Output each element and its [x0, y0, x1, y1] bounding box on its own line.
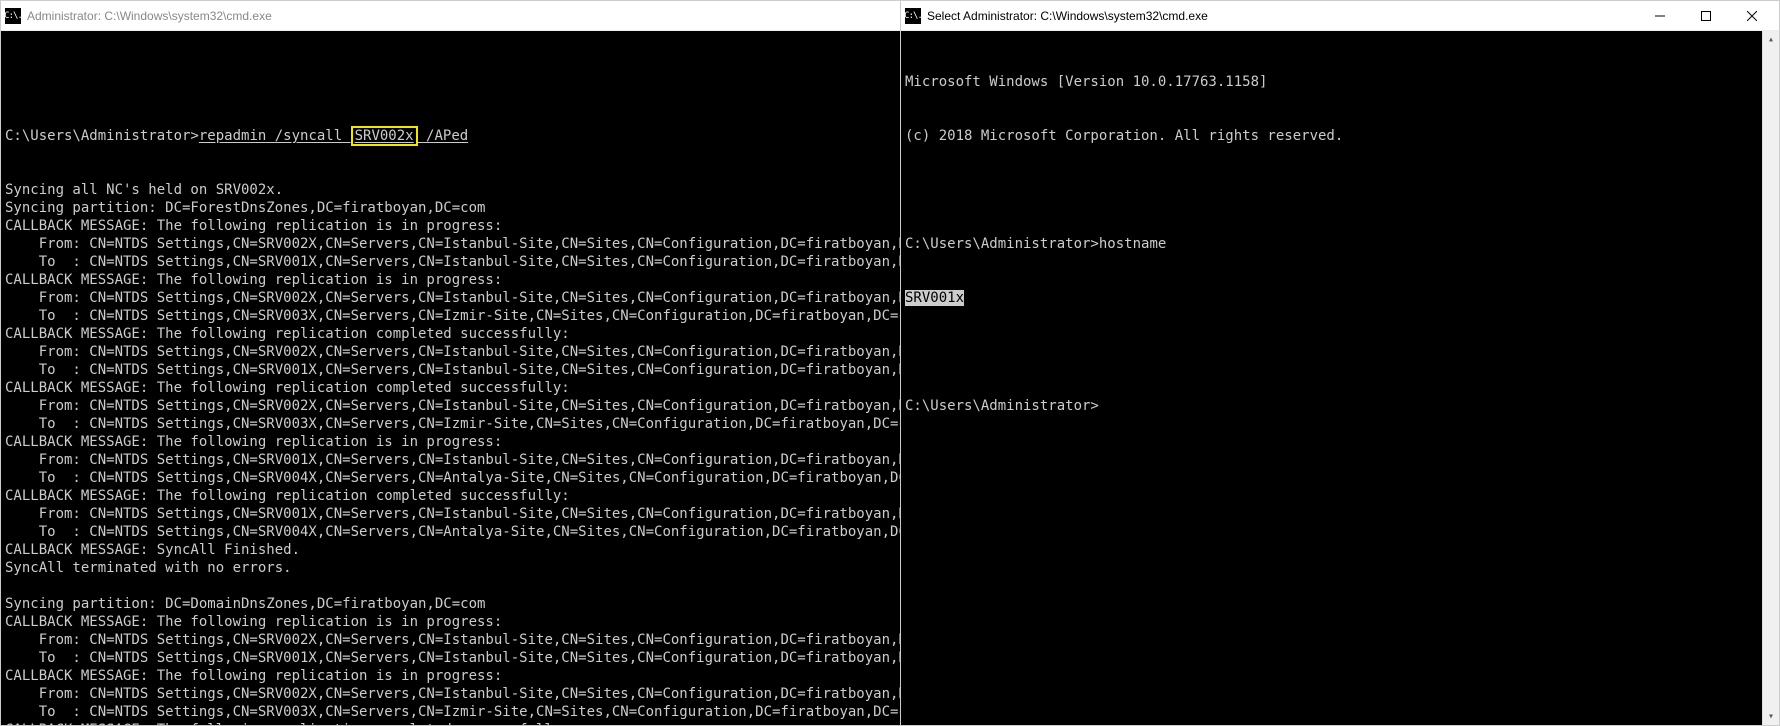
terminal-line: From: CN=NTDS Settings,CN=SRV001X,CN=Ser…	[5, 505, 896, 523]
terminal-line: CALLBACK MESSAGE: The following replicat…	[5, 433, 896, 451]
terminal-line: To : CN=NTDS Settings,CN=SRV004X,CN=Serv…	[5, 469, 896, 487]
terminal-line: From: CN=NTDS Settings,CN=SRV002X,CN=Ser…	[5, 289, 896, 307]
terminal-line: CALLBACK MESSAGE: The following replicat…	[5, 217, 896, 235]
command-line: C:\Users\Administrator>repadmin /syncall…	[5, 127, 896, 145]
terminal-line: From: CN=NTDS Settings,CN=SRV002X,CN=Ser…	[5, 397, 896, 415]
prompt-line: C:\Users\Administrator>	[905, 397, 1758, 415]
terminal-line: To : CN=NTDS Settings,CN=SRV003X,CN=Serv…	[5, 415, 896, 433]
titlebar-left[interactable]: C:\. Administrator: C:\Windows\system32\…	[1, 1, 900, 31]
scroll-up-button[interactable]: ▴	[1763, 31, 1779, 48]
hostname-output: SRV001x	[905, 289, 1758, 307]
command-line: C:\Users\Administrator>hostname	[905, 235, 1758, 253]
terminal-line: CALLBACK MESSAGE: The following replicat…	[5, 325, 896, 343]
terminal-line: To : CN=NTDS Settings,CN=SRV004X,CN=Serv…	[5, 523, 896, 541]
cmd-window-right: C:\. Select Administrator: C:\Windows\sy…	[900, 0, 1780, 726]
terminal-line: Syncing partition: DC=ForestDnsZones,DC=…	[5, 199, 896, 217]
terminal-line: Syncing partition: DC=DomainDnsZones,DC=…	[5, 595, 896, 613]
terminal-line: Microsoft Windows [Version 10.0.17763.11…	[905, 73, 1758, 91]
minimize-button[interactable]	[1637, 1, 1683, 30]
terminal-line: Syncing all NC's held on SRV002x.	[5, 181, 896, 199]
terminal-line: To : CN=NTDS Settings,CN=SRV003X,CN=Serv…	[5, 307, 896, 325]
cmd-icon: C:\.	[5, 8, 21, 24]
terminal-line: CALLBACK MESSAGE: SyncAll Finished.	[5, 541, 896, 559]
terminal-line: SyncAll terminated with no errors.	[5, 559, 896, 577]
terminal-line: To : CN=NTDS Settings,CN=SRV001X,CN=Serv…	[5, 361, 896, 379]
terminal-line: CALLBACK MESSAGE: The following replicat…	[5, 667, 896, 685]
close-button[interactable]	[1729, 1, 1775, 30]
maximize-button[interactable]	[1683, 1, 1729, 30]
terminal-line: CALLBACK MESSAGE: The following replicat…	[5, 271, 896, 289]
terminal-line: To : CN=NTDS Settings,CN=SRV001X,CN=Serv…	[5, 253, 896, 271]
terminal-output-left[interactable]: C:\Users\Administrator>repadmin /syncall…	[1, 31, 900, 725]
scroll-down-button[interactable]: ▾	[1763, 708, 1779, 725]
terminal-output-right[interactable]: Microsoft Windows [Version 10.0.17763.11…	[901, 31, 1762, 725]
terminal-line: CALLBACK MESSAGE: The following replicat…	[5, 379, 896, 397]
terminal-line: From: CN=NTDS Settings,CN=SRV001X,CN=Ser…	[5, 451, 896, 469]
terminal-line	[905, 343, 1758, 361]
terminal-line: From: CN=NTDS Settings,CN=SRV002X,CN=Ser…	[5, 235, 896, 253]
terminal-line: From: CN=NTDS Settings,CN=SRV002X,CN=Ser…	[5, 343, 896, 361]
cmd-icon: C:\.	[905, 8, 921, 24]
terminal-line	[905, 181, 1758, 199]
terminal-line: CALLBACK MESSAGE: The following replicat…	[5, 613, 896, 631]
terminal-line: To : CN=NTDS Settings,CN=SRV003X,CN=Serv…	[5, 703, 896, 721]
window-title-left: Administrator: C:\Windows\system32\cmd.e…	[27, 9, 896, 23]
scrollbar-right[interactable]: ▴ ▾	[1762, 31, 1779, 725]
terminal-line: From: CN=NTDS Settings,CN=SRV002X,CN=Ser…	[5, 685, 896, 703]
titlebar-right[interactable]: C:\. Select Administrator: C:\Windows\sy…	[901, 1, 1779, 31]
terminal-line: CALLBACK MESSAGE: The following replicat…	[5, 487, 896, 505]
terminal-line: From: CN=NTDS Settings,CN=SRV002X,CN=Ser…	[5, 631, 896, 649]
terminal-line: (c) 2018 Microsoft Corporation. All righ…	[905, 127, 1758, 145]
terminal-line: To : CN=NTDS Settings,CN=SRV001X,CN=Serv…	[5, 649, 896, 667]
terminal-line: CALLBACK MESSAGE: The following replicat…	[5, 721, 896, 725]
terminal-line	[5, 577, 896, 595]
cmd-window-left: C:\. Administrator: C:\Windows\system32\…	[0, 0, 900, 726]
highlighted-server: SRV002x	[351, 126, 418, 146]
window-controls	[1637, 1, 1775, 30]
window-title-right: Select Administrator: C:\Windows\system3…	[927, 9, 1637, 23]
terminal-line	[5, 73, 896, 91]
